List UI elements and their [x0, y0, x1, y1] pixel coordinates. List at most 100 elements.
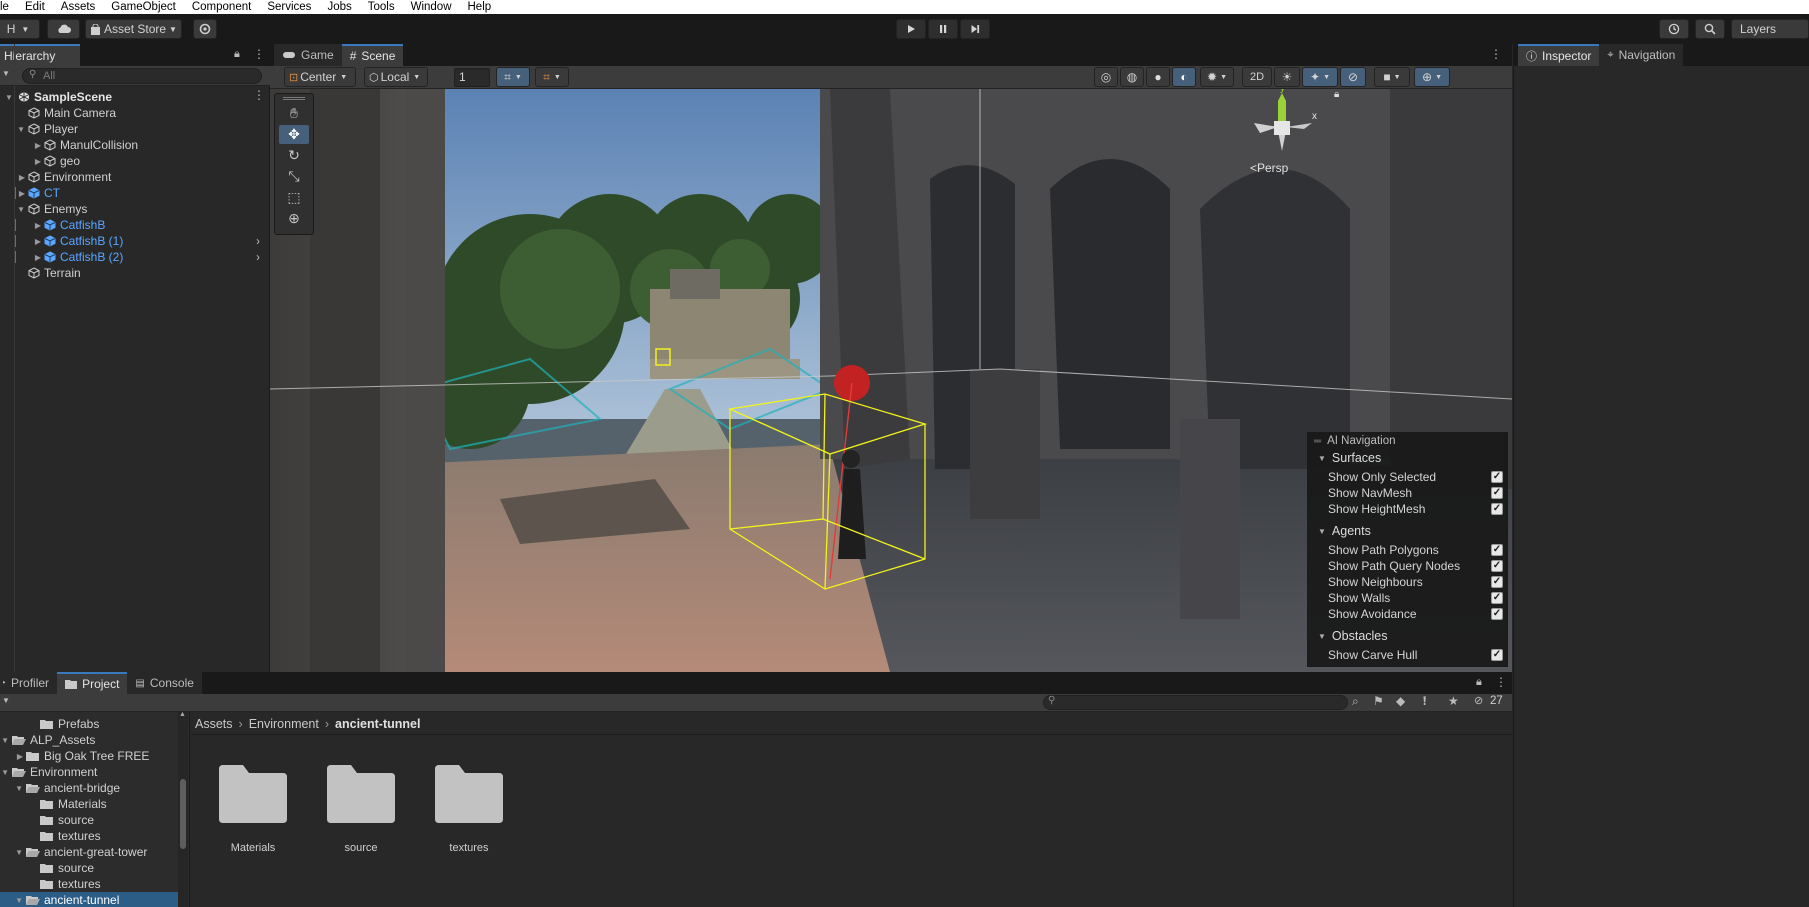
pivot-dropdown[interactable]: ⊡ Center ▼	[284, 67, 356, 87]
rect-tool[interactable]: ⬚	[279, 188, 309, 207]
fold-open-icon[interactable]: ▼	[0, 896, 26, 905]
account-button[interactable]: H ▼	[0, 19, 40, 39]
menu-file[interactable]: le	[0, 0, 17, 14]
step-button[interactable]	[960, 19, 990, 39]
ai-navigation-option[interactable]: Show Avoidance ✓	[1328, 607, 1503, 621]
add-dropdown-icon[interactable]: ▼	[2, 69, 10, 78]
more-icon[interactable]: ⋮	[1490, 47, 1502, 61]
project-tree-item[interactable]: ▶ Big Oak Tree FREE	[0, 748, 178, 764]
drag-handle[interactable]	[283, 97, 305, 100]
camera-settings-button[interactable]: ■ ▼	[1374, 67, 1410, 87]
menu-component[interactable]: Component	[184, 0, 259, 14]
tab-project[interactable]: Project	[57, 672, 128, 694]
audio-fx-button[interactable]: ✦ ▼	[1302, 67, 1338, 87]
open-prefab-icon[interactable]: ›	[256, 234, 260, 248]
tab-hierarchy[interactable]: Hierarchy	[0, 44, 80, 66]
visibility-toggle-button[interactable]: ⊘	[1340, 67, 1366, 87]
menu-services[interactable]: Services	[259, 0, 319, 14]
star-icon[interactable]: ★	[1448, 694, 1459, 708]
lock-icon[interactable]: 🔒︎	[234, 48, 240, 61]
ai-navigation-option[interactable]: Show Carve Hull ✓	[1328, 648, 1503, 662]
project-search[interactable]: ⚲	[1043, 695, 1348, 710]
project-tree-item[interactable]: Prefabs	[0, 716, 178, 732]
asset-folder[interactable]: textures	[429, 763, 509, 854]
project-tree-item[interactable]: ▼ ancient-tunnel	[0, 892, 178, 907]
option-checkbox[interactable]: ✓	[1491, 471, 1503, 483]
menu-gameobject[interactable]: GameObject	[103, 0, 184, 14]
hierarchy-item[interactable]: ▶ Environment	[0, 169, 268, 185]
project-tree-item[interactable]: ▼ ALP_Assets	[0, 732, 178, 748]
hidden-packages-icon[interactable]: ⊘	[1474, 694, 1483, 707]
orientation-gizmo[interactable]: y x <Persp	[1242, 89, 1322, 189]
project-tree-item[interactable]: Materials	[0, 796, 178, 812]
hierarchy-item[interactable]: ▼ Enemys	[0, 201, 268, 217]
projection-label[interactable]: <Persp	[1250, 161, 1288, 175]
menu-edit[interactable]: Edit	[17, 0, 53, 14]
project-tree-item[interactable]: textures	[0, 876, 178, 892]
breadcrumb-current[interactable]: ancient-tunnel	[335, 717, 420, 731]
play-button[interactable]	[896, 19, 926, 39]
draw-mode-wire-button[interactable]: ◎	[1094, 67, 1118, 87]
project-tree-item[interactable]: ▼ ancient-bridge	[0, 780, 178, 796]
more-icon[interactable]: ⋮	[253, 47, 265, 61]
collab-button[interactable]	[193, 19, 217, 39]
fold-closed-icon[interactable]: ▶	[0, 237, 44, 246]
draw-mode-shaded-wire-button[interactable]: ◍	[1120, 67, 1144, 87]
more-icon[interactable]: ⋮	[1495, 675, 1507, 689]
search-button[interactable]	[1695, 19, 1725, 39]
tab-console[interactable]: ▤ Console	[127, 672, 202, 694]
project-tree-item[interactable]: source	[0, 812, 178, 828]
hierarchy-item[interactable]: ▶ CatfishB (1) ›	[0, 233, 268, 249]
hierarchy-item[interactable]: ▶ geo	[0, 153, 268, 169]
hierarchy-item[interactable]: ▶ ManulCollision	[0, 137, 268, 153]
ai-navigation-option[interactable]: Show HeightMesh ✓	[1328, 502, 1503, 516]
fold-closed-icon[interactable]: ▶	[0, 157, 44, 166]
project-tree-item[interactable]: ▼ Environment	[0, 764, 178, 780]
menu-window[interactable]: Window	[403, 0, 460, 14]
warning-filter-icon[interactable]: ❗︎	[1423, 694, 1426, 709]
pause-button[interactable]	[928, 19, 958, 39]
fold-open-icon[interactable]: ▼	[0, 784, 26, 793]
fold-open-icon[interactable]: ▼	[0, 848, 26, 857]
option-checkbox[interactable]: ✓	[1491, 487, 1503, 499]
ai-navigation-option[interactable]: Show Path Polygons ✓	[1328, 543, 1503, 557]
hierarchy-item[interactable]: ▶ CatfishB	[0, 217, 268, 233]
hierarchy-item[interactable]: Main Camera	[0, 105, 268, 121]
menu-assets[interactable]: Assets	[53, 0, 104, 14]
open-prefab-icon[interactable]: ›	[256, 250, 260, 264]
hierarchy-search[interactable]: ⚲ All	[22, 68, 262, 84]
menu-jobs[interactable]: Jobs	[319, 0, 359, 14]
fold-closed-icon[interactable]: ▶	[0, 141, 44, 150]
ai-navigation-section[interactable]: ▼ Surfaces	[1318, 451, 1381, 465]
tab-navigation[interactable]: ⌖ Navigation	[1599, 44, 1684, 66]
draw-mode-lit-button[interactable]: ◐	[1172, 67, 1196, 87]
asset-store-button[interactable]: Asset Store ▼	[85, 19, 182, 39]
option-checkbox[interactable]: ✓	[1491, 608, 1503, 620]
fold-closed-icon[interactable]: ▶	[0, 221, 44, 230]
hand-tool[interactable]: ✋︎	[279, 104, 309, 123]
breadcrumb-assets[interactable]: Assets	[195, 717, 233, 731]
option-checkbox[interactable]: ✓	[1491, 649, 1503, 661]
tab-scene[interactable]: # Scene	[341, 44, 404, 66]
ai-navigation-option[interactable]: Show NavMesh ✓	[1328, 486, 1503, 500]
fold-open-icon[interactable]: ▼	[0, 93, 18, 102]
scale-tool[interactable]: ⤡	[279, 167, 309, 186]
lock-icon[interactable]: 🔒︎	[1476, 676, 1482, 689]
tree-scroll-thumb[interactable]	[180, 779, 186, 849]
ai-navigation-section[interactable]: ▼ Obstacles	[1318, 629, 1388, 643]
layers-dropdown[interactable]: Layers	[1731, 19, 1809, 39]
option-checkbox[interactable]: ✓	[1491, 560, 1503, 572]
fold-open-icon[interactable]: ▼	[0, 736, 12, 745]
fold-open-icon[interactable]: ▼	[0, 768, 12, 777]
tab-game[interactable]: Game	[274, 44, 342, 66]
breadcrumb-environment[interactable]: Environment	[249, 717, 319, 731]
gizmo-lock-icon[interactable]: 🔒︎	[1334, 89, 1339, 100]
menu-tools[interactable]: Tools	[360, 0, 403, 14]
project-tree-item[interactable]: textures	[0, 828, 178, 844]
ai-navigation-option[interactable]: Show Only Selected ✓	[1328, 470, 1503, 484]
more-icon[interactable]: ⋮	[253, 88, 265, 102]
ai-navigation-option[interactable]: Show Walls ✓	[1328, 591, 1503, 605]
gizmos-button[interactable]: ⊕ ▼	[1414, 67, 1450, 87]
grid-size-field[interactable]: 1	[454, 68, 490, 87]
search-by-type-icon[interactable]: ⌕	[1352, 694, 1359, 709]
